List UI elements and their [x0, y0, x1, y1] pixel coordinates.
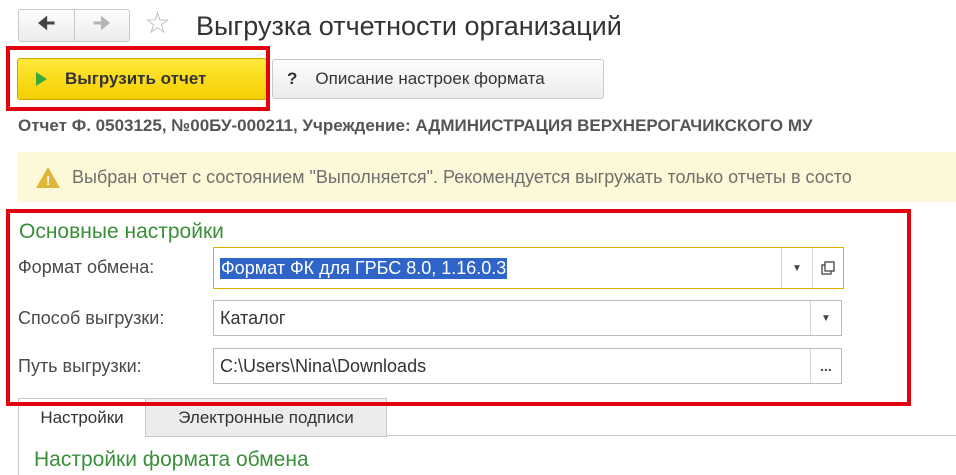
highlight-frame-export: [6, 46, 270, 111]
warning-bar: ! Выбран отчет с состоянием "Выполняется…: [18, 152, 956, 202]
exchange-settings-title: Настройки формата обмена: [34, 448, 309, 471]
navigation-buttons: 🠈 🠊: [18, 9, 130, 42]
forward-button[interactable]: 🠊: [73, 10, 130, 41]
format-description-button[interactable]: ? Описание настроек формата: [272, 59, 604, 99]
report-info: Отчет Ф. 0503125, №00БУ-000211, Учрежден…: [18, 116, 813, 135]
page-title: Выгрузка отчетности организаций: [196, 11, 622, 41]
arrow-right-icon: 🠊: [92, 12, 112, 35]
arrow-left-icon: 🠈: [36, 12, 56, 35]
question-icon: ?: [287, 69, 298, 88]
back-button[interactable]: 🠈: [19, 10, 74, 41]
format-description-label: Описание настроек формата: [315, 69, 545, 88]
warning-icon: !: [36, 166, 60, 188]
star-icon[interactable]: ☆: [144, 6, 171, 42]
warning-text: Выбран отчет с состоянием "Выполняется".…: [72, 166, 852, 187]
highlight-frame-settings: [6, 209, 911, 406]
